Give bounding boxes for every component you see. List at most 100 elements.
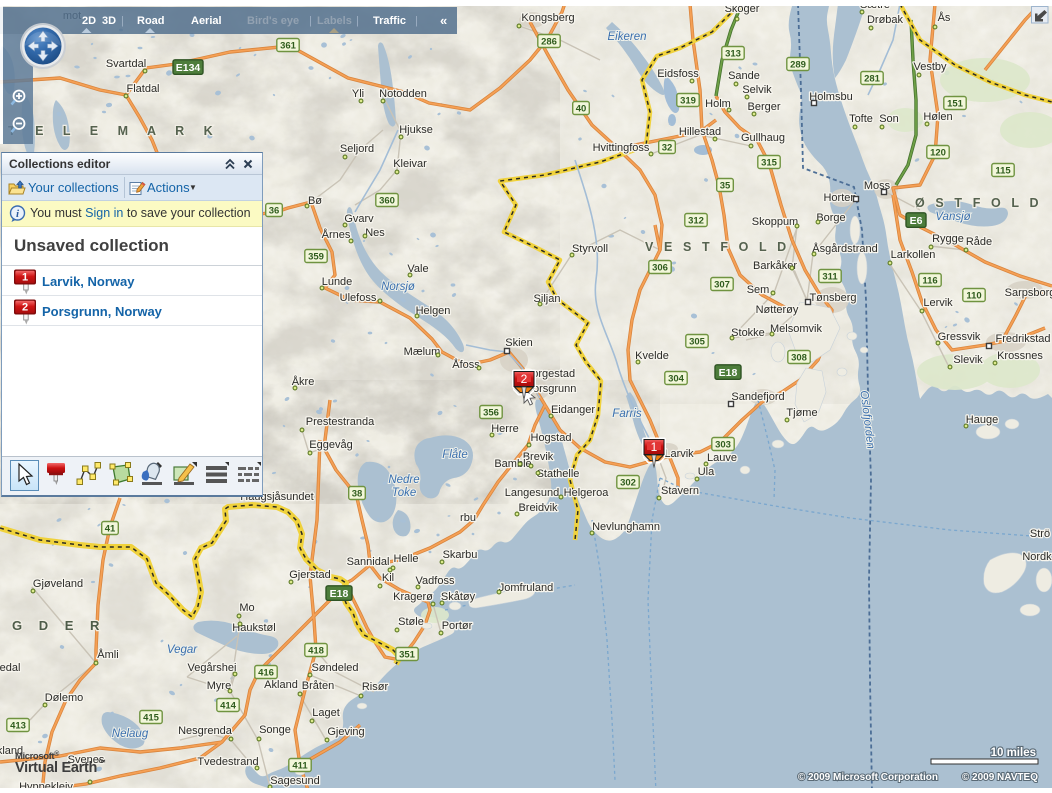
svg-text:Gullhaug: Gullhaug: [741, 132, 785, 144]
svg-text:Holm: Holm: [705, 98, 731, 110]
svg-text:Bird's eye: Bird's eye: [247, 15, 299, 27]
svg-text:E18: E18: [330, 588, 349, 600]
svg-text:Skoppum: Skoppum: [752, 216, 798, 228]
svg-text:Siljan: Siljan: [534, 293, 561, 305]
svg-text:Risør: Risør: [362, 681, 389, 693]
svg-text:Virtual Earth™: Virtual Earth™: [15, 758, 106, 776]
svg-text:Styrvoll: Styrvoll: [572, 243, 608, 255]
svg-text:Bråten: Bråten: [302, 680, 334, 692]
svg-text:|: |: [121, 15, 124, 27]
svg-text:Svartdal: Svartdal: [106, 58, 146, 70]
svg-text:Fredrikstad: Fredrikstad: [995, 333, 1050, 345]
svg-text:Melsomvik: Melsomvik: [770, 323, 822, 335]
svg-text:313: 313: [725, 48, 741, 59]
svg-text:|: |: [309, 15, 312, 27]
svg-text:Jomfruland: Jomfruland: [499, 582, 553, 594]
svg-text:Seljord: Seljord: [340, 143, 374, 155]
svg-text:115: 115: [995, 165, 1011, 176]
svg-text:Stathelle: Stathelle: [537, 468, 580, 480]
svg-text:312: 312: [688, 215, 704, 226]
svg-text:413: 413: [10, 720, 26, 731]
svg-text:Ø S T F O L D: Ø S T F O L D: [915, 196, 1042, 210]
svg-text:Hillestad: Hillestad: [679, 126, 721, 138]
svg-text:|: |: [356, 15, 359, 27]
svg-text:Eidanger: Eidanger: [551, 404, 595, 416]
svg-text:Gjerstad: Gjerstad: [289, 569, 331, 581]
svg-text:38: 38: [352, 488, 363, 499]
svg-text:Vadfoss: Vadfoss: [416, 575, 455, 587]
svg-text:Borge: Borge: [816, 212, 845, 224]
svg-text:311: 311: [822, 271, 838, 282]
svg-text:351: 351: [399, 649, 416, 660]
svg-text:Nes: Nes: [365, 227, 385, 239]
svg-text:|: |: [415, 15, 418, 27]
svg-text:Mo: Mo: [239, 602, 254, 614]
svg-text:Farris: Farris: [612, 408, 642, 420]
svg-text:Nevlunghamn: Nevlunghamn: [592, 521, 660, 533]
svg-text:© 2009 Microsoft Corporation: © 2009 Microsoft Corporation: [798, 772, 938, 783]
svg-text:361: 361: [280, 40, 297, 51]
svg-text:110: 110: [966, 290, 981, 301]
svg-text:319: 319: [680, 95, 696, 106]
svg-text:1: 1: [651, 440, 658, 454]
svg-text:Sande: Sande: [728, 70, 760, 82]
svg-text:Skarbu: Skarbu: [443, 549, 478, 561]
svg-text:306: 306: [652, 262, 668, 273]
svg-text:308: 308: [791, 352, 807, 363]
svg-text:Søndeled: Søndeled: [311, 662, 358, 674]
svg-text:Langesund: Langesund: [505, 487, 559, 499]
svg-text:Vegar: Vegar: [167, 644, 198, 656]
svg-text:Drøbak: Drøbak: [867, 14, 904, 26]
svg-text:Gjøveland: Gjøveland: [33, 578, 83, 590]
svg-text:Støle: Støle: [398, 616, 424, 628]
svg-text:Helle: Helle: [393, 553, 418, 565]
svg-text:289: 289: [790, 59, 806, 70]
svg-text:rbu: rbu: [460, 512, 476, 524]
svg-text:Sandefjord: Sandefjord: [731, 391, 784, 403]
svg-text:Tønsberg: Tønsberg: [809, 292, 856, 304]
svg-text:Labels: Labels: [317, 15, 352, 27]
svg-text:411: 411: [292, 760, 308, 771]
svg-text:Nelaug: Nelaug: [112, 728, 149, 740]
svg-text:151: 151: [947, 98, 964, 109]
svg-text:Songe: Songe: [259, 724, 291, 736]
svg-text:Larkollen: Larkollen: [891, 249, 936, 261]
svg-text:Notodden: Notodden: [379, 88, 427, 100]
svg-text:360: 360: [379, 195, 395, 206]
svg-text:Hjukse: Hjukse: [399, 124, 433, 136]
svg-text:Åfoss: Åfoss: [452, 358, 480, 371]
svg-text:Lauve: Lauve: [707, 452, 737, 464]
svg-text:Lunde: Lunde: [322, 276, 353, 288]
svg-text:Stavern: Stavern: [661, 485, 699, 497]
svg-text:Vegårshei: Vegårshei: [188, 662, 237, 674]
svg-text:414: 414: [220, 700, 237, 711]
svg-text:V E S T F O L D: V E S T F O L D: [645, 240, 790, 254]
svg-text:Toke: Toke: [392, 487, 417, 499]
svg-text:Kragerø: Kragerø: [393, 591, 433, 603]
svg-text:Ulefoss: Ulefoss: [340, 292, 377, 304]
svg-text:Sagesund: Sagesund: [270, 775, 320, 787]
svg-text:Laget: Laget: [312, 707, 340, 719]
svg-text:Norsjø: Norsjø: [381, 281, 415, 293]
svg-text:Stokke: Stokke: [731, 327, 765, 339]
svg-text:Dølemo: Dølemo: [45, 692, 84, 704]
svg-text:302: 302: [620, 477, 636, 488]
svg-text:305: 305: [689, 336, 706, 347]
svg-text:Strö: Strö: [1030, 528, 1050, 540]
svg-text:Ås: Ås: [938, 11, 951, 24]
svg-text:Sem: Sem: [747, 284, 770, 296]
svg-text:Gvarv: Gvarv: [344, 213, 374, 225]
svg-text:Road: Road: [137, 15, 165, 27]
svg-text:Kil: Kil: [382, 572, 394, 584]
svg-text:Nedre: Nedre: [388, 474, 419, 486]
svg-text:418: 418: [308, 645, 324, 656]
svg-text:Mælum: Mælum: [404, 346, 441, 358]
svg-text:Årnes: Årnes: [322, 228, 351, 241]
svg-text:416: 416: [258, 667, 274, 678]
svg-text:© 2009 NAVTEQ: © 2009 NAVTEQ: [962, 772, 1038, 783]
svg-text:304: 304: [668, 373, 685, 384]
svg-text:T E L E M A R K: T E L E M A R K: [8, 124, 221, 138]
svg-text:40: 40: [576, 103, 587, 114]
svg-text:Horten: Horten: [823, 192, 856, 204]
svg-text:Nøtterøy: Nøtterøy: [756, 304, 799, 316]
